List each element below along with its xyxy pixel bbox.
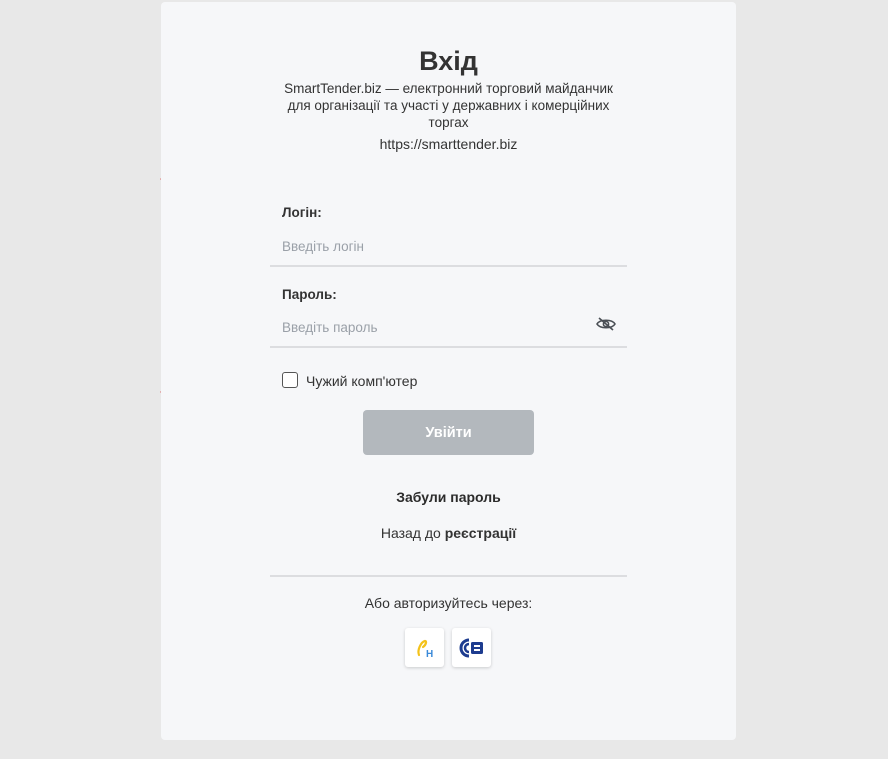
site-description: SmartTender.biz — електронний торговий м… — [284, 81, 613, 130]
alt-login-text: Або авторизуйтесь через: — [364, 595, 533, 611]
eds-key-icon — [459, 638, 483, 657]
login-label: Логін: — [282, 205, 322, 220]
diia-login-button[interactable]: Н — [405, 628, 444, 667]
eds-key-login-button[interactable] — [452, 628, 491, 667]
registration-link[interactable]: реєстрації — [445, 525, 516, 541]
login-button[interactable]: Увійти — [363, 410, 534, 455]
password-label: Пароль: — [282, 287, 337, 302]
eye-slash-icon[interactable] — [595, 315, 617, 333]
foreign-computer-label[interactable]: Чужий комп'ютер — [306, 373, 417, 389]
forgot-password-link[interactable]: Забули пароль — [161, 489, 736, 505]
diia-letter: Н — [426, 649, 433, 660]
back-to-registration: Назад до реєстрації — [161, 525, 736, 541]
divider — [270, 575, 627, 577]
login-card: Вхід SmartTender.biz — електронний торго… — [161, 2, 736, 740]
foreign-computer-checkbox[interactable] — [282, 372, 298, 388]
back-prefix-text: Назад до — [380, 525, 441, 541]
password-input[interactable] — [270, 308, 627, 348]
page-title: Вхід — [419, 46, 478, 76]
diia-icon: Н — [416, 639, 433, 660]
page: Вхід SmartTender.biz — електронний торго… — [0, 0, 888, 759]
site-url: https://smarttender.biz — [379, 136, 518, 152]
login-input[interactable] — [270, 227, 627, 267]
